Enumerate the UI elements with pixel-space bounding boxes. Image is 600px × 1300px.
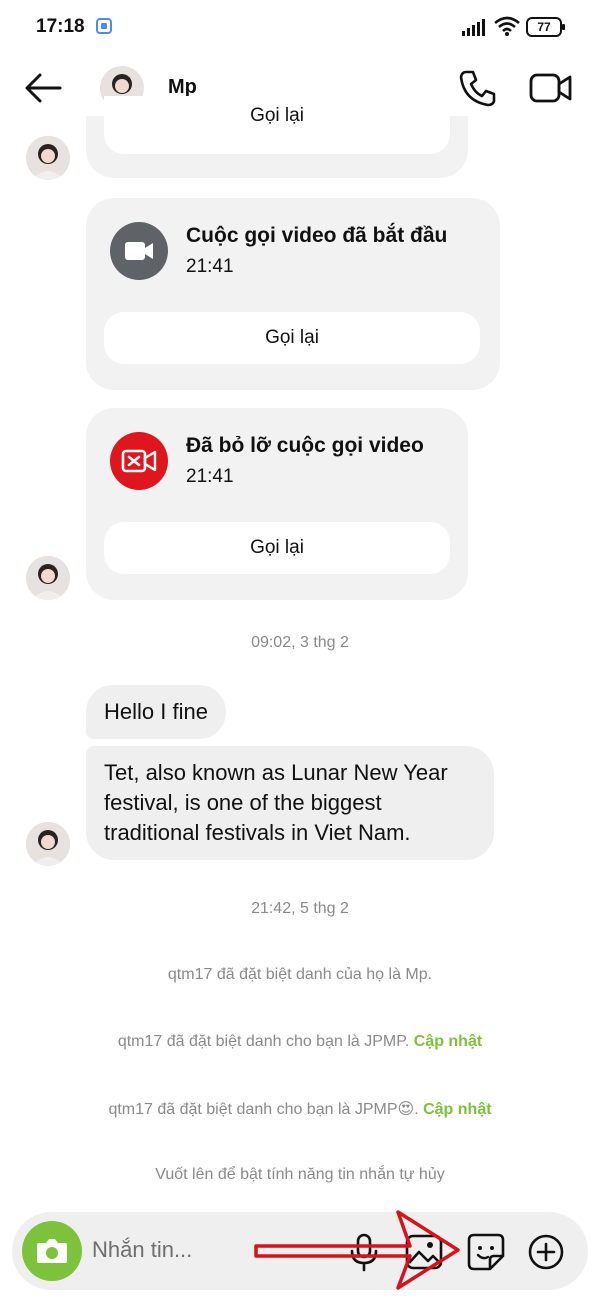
call-card-partial: Gọi lại xyxy=(86,96,468,178)
call-back-button[interactable]: Gọi lại xyxy=(104,522,450,574)
vanish-mode-hint: Vuốt lên để bật tính năng tin nhắn tự hủ… xyxy=(155,1166,445,1183)
contact-avatar-small[interactable] xyxy=(26,556,70,600)
missed-video-call-icon xyxy=(110,432,168,490)
system-message-row: qtm17 đã đặt biệt danh cho bạn là JPMP. … xyxy=(0,1033,600,1051)
update-link[interactable]: Cập nhật xyxy=(423,1101,491,1118)
signal-icon xyxy=(462,19,485,36)
avatar-photo-icon xyxy=(26,556,70,600)
message-composer xyxy=(12,1212,588,1290)
system-message: qtm17 đã đặt biệt danh cho bạn là JPMP😍. xyxy=(108,1101,419,1118)
status-bar: 17:18 77 xyxy=(0,0,600,56)
battery-level: 77 xyxy=(537,20,551,34)
sticker-icon[interactable] xyxy=(466,1232,506,1272)
update-link[interactable]: Cập nhật xyxy=(414,1033,482,1050)
call-time: 21:41 xyxy=(186,466,234,487)
video-call-started-icon xyxy=(110,222,168,280)
phone-call-icon[interactable] xyxy=(458,68,498,108)
avatar-photo-icon xyxy=(26,822,70,866)
status-time: 17:18 xyxy=(36,16,85,37)
call-back-button[interactable]: Gọi lại xyxy=(104,312,480,364)
call-title: Cuộc gọi video đã bắt đầu xyxy=(186,224,448,247)
gallery-icon[interactable] xyxy=(404,1232,444,1272)
call-title: Đã bỏ lỡ cuộc gọi video xyxy=(186,434,424,457)
timestamp: 09:02, 3 thg 2 xyxy=(251,634,349,651)
call-card-video-started: Cuộc gọi video đã bắt đầu 21:41 Gọi lại xyxy=(86,198,500,390)
back-arrow-icon[interactable] xyxy=(22,70,64,106)
video-call-icon[interactable] xyxy=(528,68,574,108)
call-back-button[interactable]: Gọi lại xyxy=(104,96,450,154)
call-card-missed: Đã bỏ lỡ cuộc gọi video 21:41 Gọi lại xyxy=(86,408,468,600)
timestamp: 21:42, 5 thg 2 xyxy=(251,900,349,917)
avatar-photo-icon xyxy=(26,136,70,180)
call-time: 21:41 xyxy=(186,256,234,277)
camera-icon xyxy=(37,1239,67,1263)
contact-avatar-small[interactable] xyxy=(26,822,70,866)
camera-button[interactable] xyxy=(22,1221,82,1281)
plus-icon[interactable] xyxy=(526,1232,566,1272)
system-message: qtm17 đã đặt biệt danh của họ là Mp. xyxy=(167,966,433,983)
message-bubble[interactable]: Tet, also known as Lunar New Year festiv… xyxy=(86,746,494,860)
message-input[interactable] xyxy=(92,1230,332,1270)
message-bubble[interactable]: Hello I fine xyxy=(86,685,226,739)
contact-avatar-small[interactable] xyxy=(26,136,70,180)
system-message: qtm17 đã đặt biệt danh cho bạn là JPMP. xyxy=(117,1033,410,1050)
microphone-icon[interactable] xyxy=(346,1232,382,1272)
system-message-row: qtm17 đã đặt biệt danh cho bạn là JPMP😍.… xyxy=(0,1099,600,1119)
wifi-icon xyxy=(494,16,520,36)
app-notification-icon xyxy=(96,18,112,34)
